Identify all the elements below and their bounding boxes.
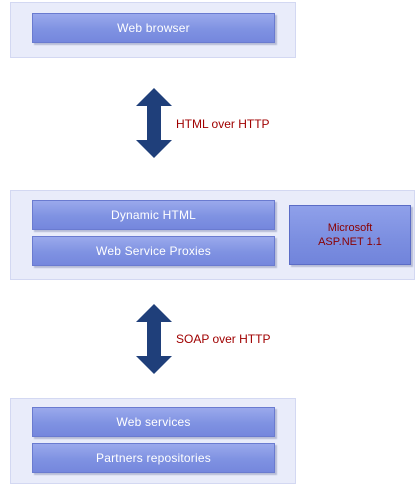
- aspnet-box: Microsoft ASP.NET 1.1: [289, 205, 411, 265]
- html-over-http-label: HTML over HTTP: [176, 117, 270, 131]
- web-services-layer: Web services: [32, 407, 275, 437]
- dynamic-html-layer: Dynamic HTML: [32, 200, 275, 230]
- web-server-tier-panel: Dynamic HTML Web Service Proxies Microso…: [10, 190, 415, 280]
- web-service-proxies-layer: Web Service Proxies: [32, 236, 275, 266]
- aspnet-version: ASP.NET 1.1: [318, 236, 382, 248]
- partners-repositories-layer: Partners repositories: [32, 443, 275, 473]
- double-arrow-icon: [136, 304, 172, 374]
- soap-over-http-label: SOAP over HTTP: [176, 332, 271, 346]
- web-browser-layer: Web browser: [32, 13, 275, 43]
- double-arrow-icon: [136, 88, 172, 158]
- client-tier-panel: Web browser: [10, 2, 296, 58]
- services-tier-panel: Web services Partners repositories: [10, 398, 296, 484]
- aspnet-vendor: Microsoft: [327, 222, 373, 234]
